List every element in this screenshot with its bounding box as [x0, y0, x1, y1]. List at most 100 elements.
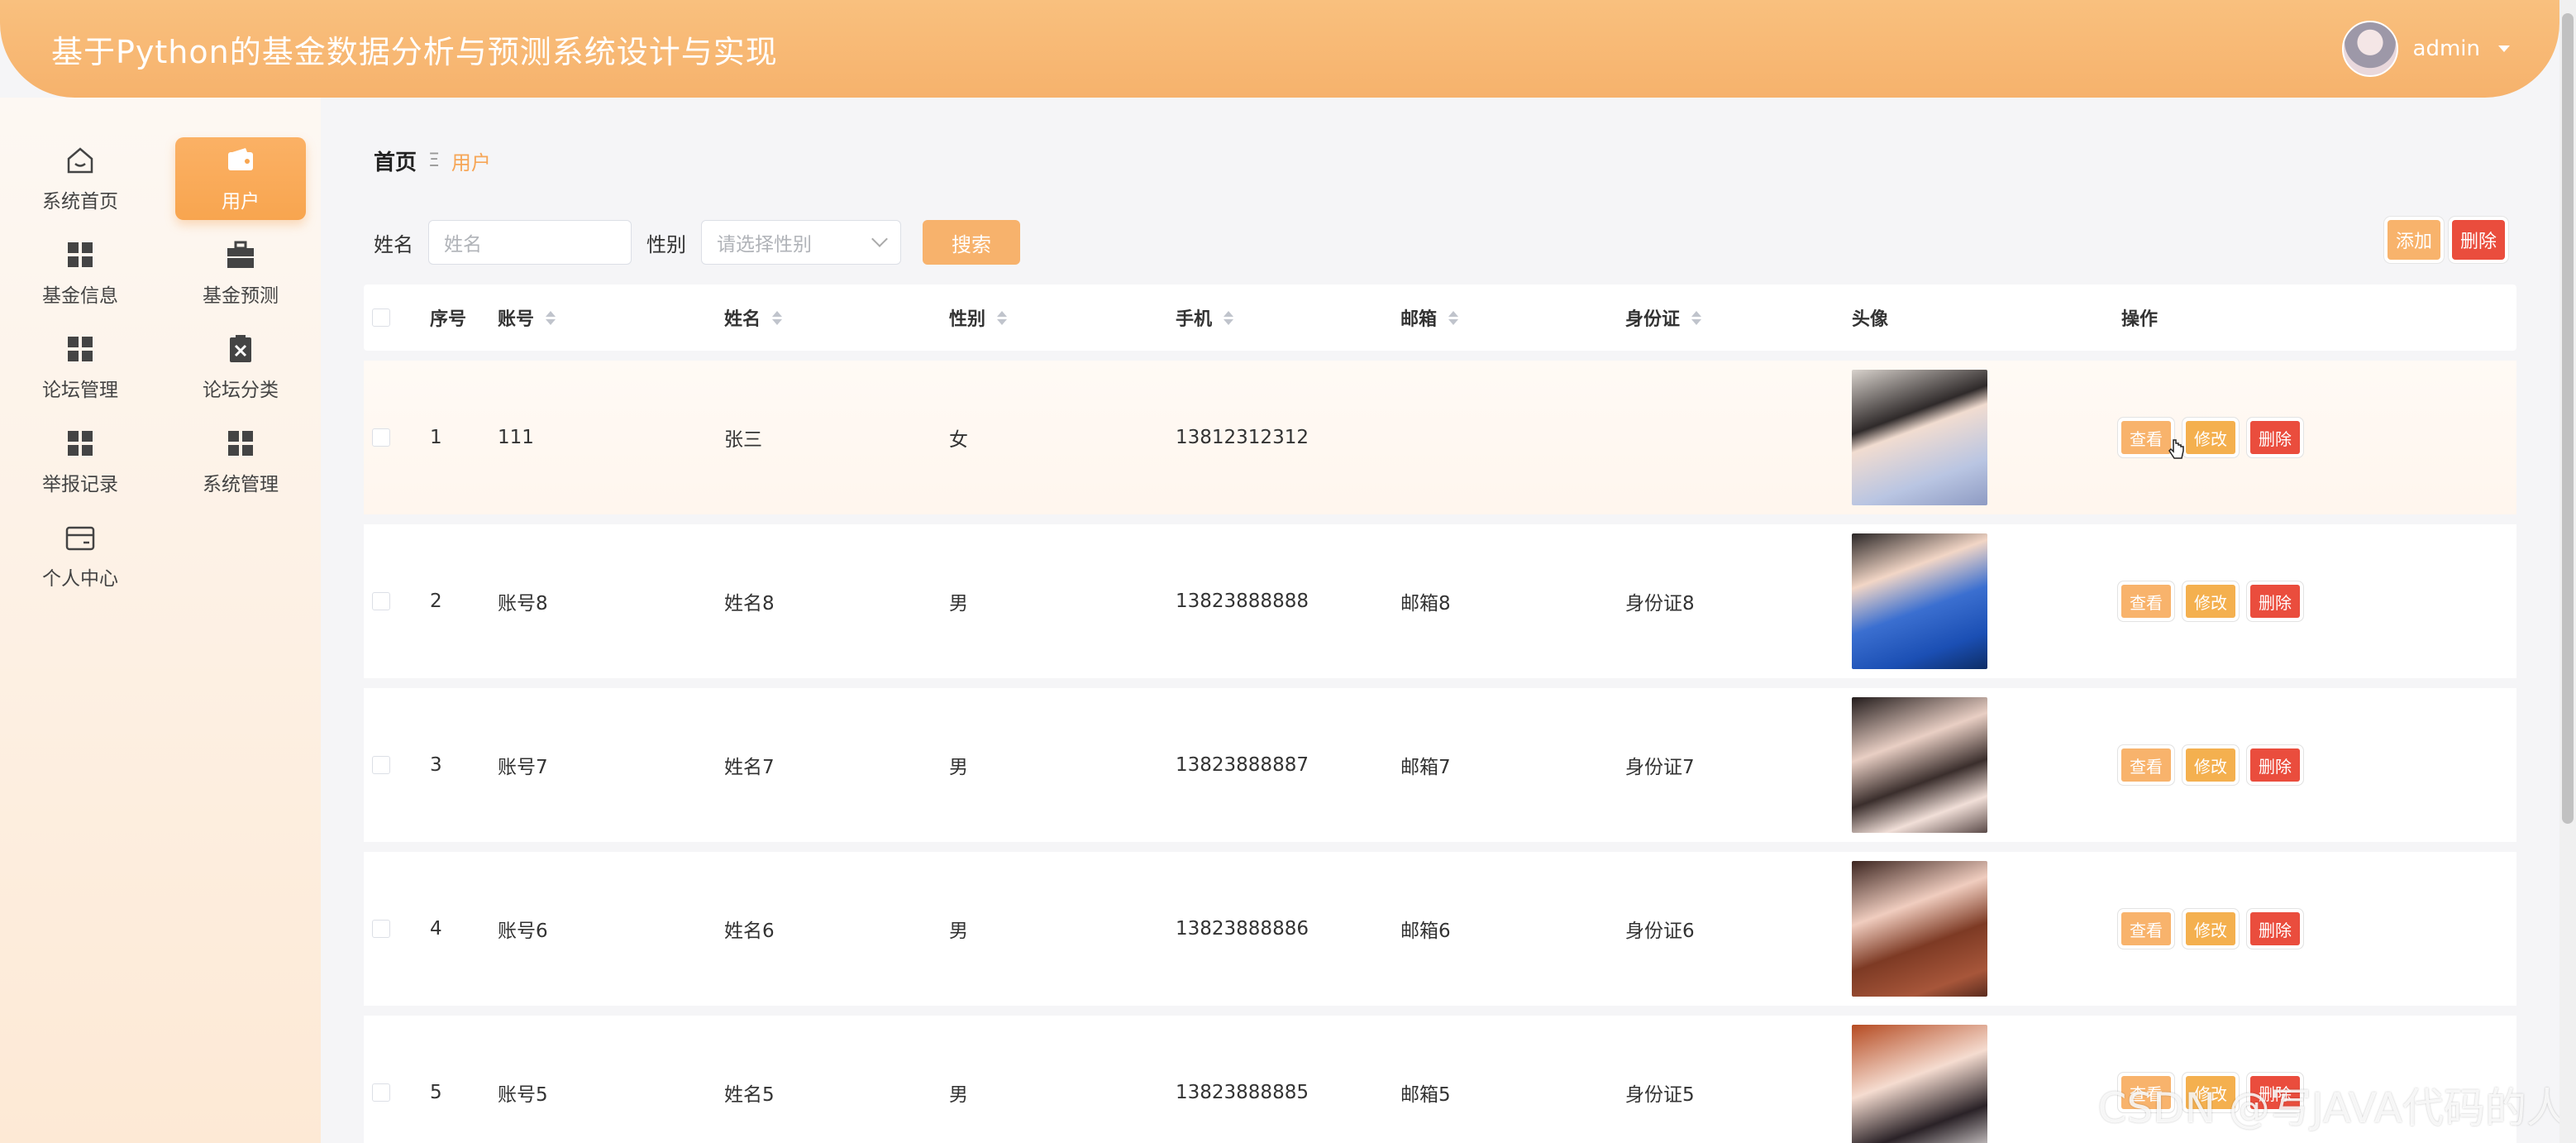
search-button[interactable]: 搜索 — [923, 220, 1020, 265]
sort-icon[interactable] — [1448, 310, 1459, 325]
avatar-photo[interactable] — [1852, 861, 1987, 997]
row-checkbox[interactable] — [372, 1083, 390, 1102]
cell-idcard: 身份证8 — [1625, 593, 1695, 615]
breadcrumb-home[interactable]: 首页 — [374, 146, 417, 176]
header-account[interactable]: 账号 — [498, 304, 534, 331]
sort-icon[interactable] — [997, 310, 1008, 325]
breadcrumb: 首页 Ξ 用户 — [374, 146, 491, 176]
table-row: 4 账号6 姓名6 男 13823888886 邮箱6 身份证6 查看 修改 删… — [364, 852, 2516, 1006]
row-checkbox[interactable] — [372, 428, 390, 447]
scrollbar-thumb[interactable] — [2562, 13, 2574, 824]
sidebar-item-system[interactable]: 系统管理 — [175, 420, 306, 503]
edit-button[interactable]: 修改 — [2186, 912, 2235, 945]
sidebar-item-label: 论坛分类 — [203, 380, 279, 401]
username[interactable]: admin — [2413, 36, 2480, 61]
view-button[interactable]: 查看 — [2121, 912, 2171, 945]
sort-icon[interactable] — [546, 310, 556, 325]
sort-icon[interactable] — [1691, 310, 1702, 325]
delete-button[interactable]: 删除 — [2250, 421, 2300, 454]
name-label: 姓名 — [374, 232, 413, 256]
sex-select[interactable]: 请选择性别 — [701, 220, 901, 265]
chevron-down-icon — [871, 231, 888, 247]
cell-account: 账号7 — [498, 757, 548, 778]
select-all-checkbox[interactable] — [372, 308, 390, 327]
app-header: 基于Python的基金数据分析与预测系统设计与实现 admin — [0, 0, 2559, 98]
sidebar-item-users[interactable]: 用户 — [175, 137, 306, 220]
sidebar-item-label: 个人中心 — [42, 568, 118, 590]
avatar-photo[interactable] — [1852, 697, 1987, 833]
toolbar: 添加 删除 — [2388, 220, 2505, 260]
breadcrumb-separator: Ξ — [428, 151, 440, 171]
cell-phone: 13812312312 — [1176, 427, 1309, 448]
sidebar-item-label: 用户 — [222, 191, 260, 213]
wallet-icon — [224, 144, 257, 177]
sidebar-item-fund-forecast[interactable]: 基金预测 — [175, 232, 306, 314]
sidebar: 系统首页 用户 基金信息 基金预测 论坛管理 论坛分类 举报记录 系统管理 个人… — [0, 98, 321, 1143]
sex-placeholder: 请选择性别 — [717, 234, 812, 256]
scrollbar[interactable] — [2559, 0, 2576, 1143]
header-name[interactable]: 姓名 — [724, 304, 761, 331]
grid-icon — [64, 238, 97, 271]
user-menu[interactable]: admin — [2341, 21, 2510, 77]
cell-account: 账号6 — [498, 921, 548, 942]
cell-index: 3 — [430, 754, 442, 776]
app-title: 基于Python的基金数据分析与预测系统设计与实现 — [51, 33, 778, 70]
cell-sex: 男 — [949, 757, 968, 778]
header-sex[interactable]: 性别 — [949, 304, 985, 331]
name-input[interactable]: 姓名 — [428, 220, 632, 265]
header-phone[interactable]: 手机 — [1176, 304, 1212, 331]
cell-name: 姓名5 — [724, 1084, 775, 1106]
sidebar-item-reports[interactable]: 举报记录 — [15, 420, 145, 503]
view-button[interactable]: 查看 — [2121, 585, 2171, 618]
avatar-photo[interactable] — [1852, 533, 1987, 669]
cell-name: 姓名6 — [724, 921, 775, 942]
filter-bar: 姓名 姓名 性别 请选择性别 搜索 — [374, 220, 1020, 265]
chevron-down-icon[interactable] — [2498, 45, 2510, 52]
row-checkbox[interactable] — [372, 592, 390, 610]
cell-sex: 男 — [949, 1084, 968, 1106]
view-button[interactable]: 查看 — [2121, 421, 2171, 454]
cell-name: 张三 — [724, 429, 762, 451]
sidebar-item-forum-category[interactable]: 论坛分类 — [175, 326, 306, 409]
cell-email: 邮箱6 — [1400, 921, 1451, 942]
sidebar-item-forum-admin[interactable]: 论坛管理 — [15, 326, 145, 409]
cell-account: 账号5 — [498, 1084, 548, 1106]
edit-button[interactable]: 修改 — [2186, 748, 2235, 782]
cell-phone: 13823888888 — [1176, 591, 1309, 612]
header-avatar: 头像 — [1852, 309, 1889, 330]
add-button[interactable]: 添加 — [2388, 220, 2440, 260]
table-row: 2 账号8 姓名8 男 13823888888 邮箱8 身份证8 查看 修改 删… — [364, 524, 2516, 678]
edit-button[interactable]: 修改 — [2186, 585, 2235, 618]
delete-button[interactable]: 删除 — [2250, 585, 2300, 618]
view-button[interactable]: 查看 — [2121, 748, 2171, 782]
grid-icon — [224, 427, 257, 460]
sidebar-item-profile[interactable]: 个人中心 — [15, 514, 145, 597]
grid-icon — [64, 427, 97, 460]
cell-email: 邮箱8 — [1400, 593, 1451, 615]
delete-button[interactable]: 删除 — [2250, 748, 2300, 782]
sidebar-item-fund-info[interactable]: 基金信息 — [15, 232, 145, 314]
card-icon — [64, 521, 97, 554]
cell-index: 4 — [430, 918, 442, 940]
cell-email: 邮箱7 — [1400, 757, 1451, 778]
sort-icon[interactable] — [1224, 310, 1234, 325]
cell-idcard: 身份证6 — [1625, 921, 1695, 942]
hand-cursor-icon — [2168, 439, 2184, 459]
cell-sex: 女 — [949, 429, 968, 451]
delete-button[interactable]: 删除 — [2250, 912, 2300, 945]
avatar[interactable] — [2341, 21, 2398, 77]
sort-icon[interactable] — [772, 310, 783, 325]
avatar-photo[interactable] — [1852, 1025, 1987, 1143]
header-email[interactable]: 邮箱 — [1400, 304, 1437, 331]
sidebar-item-home[interactable]: 系统首页 — [15, 137, 145, 220]
sidebar-item-label: 论坛管理 — [42, 380, 118, 401]
table-row: 1 111 张三 女 13812312312 查看 修改 删除 — [364, 361, 2516, 514]
batch-delete-button[interactable]: 删除 — [2452, 220, 2505, 260]
row-checkbox[interactable] — [372, 756, 390, 774]
edit-button[interactable]: 修改 — [2186, 421, 2235, 454]
cell-index: 2 — [430, 591, 442, 612]
avatar-photo[interactable] — [1852, 370, 1987, 505]
header-idcard[interactable]: 身份证 — [1625, 304, 1680, 331]
row-checkbox[interactable] — [372, 920, 390, 938]
user-table: 序号 账号 姓名 性别 手机 邮箱 身份证 头像 操作 1 111 张三 女 1… — [364, 285, 2516, 1143]
